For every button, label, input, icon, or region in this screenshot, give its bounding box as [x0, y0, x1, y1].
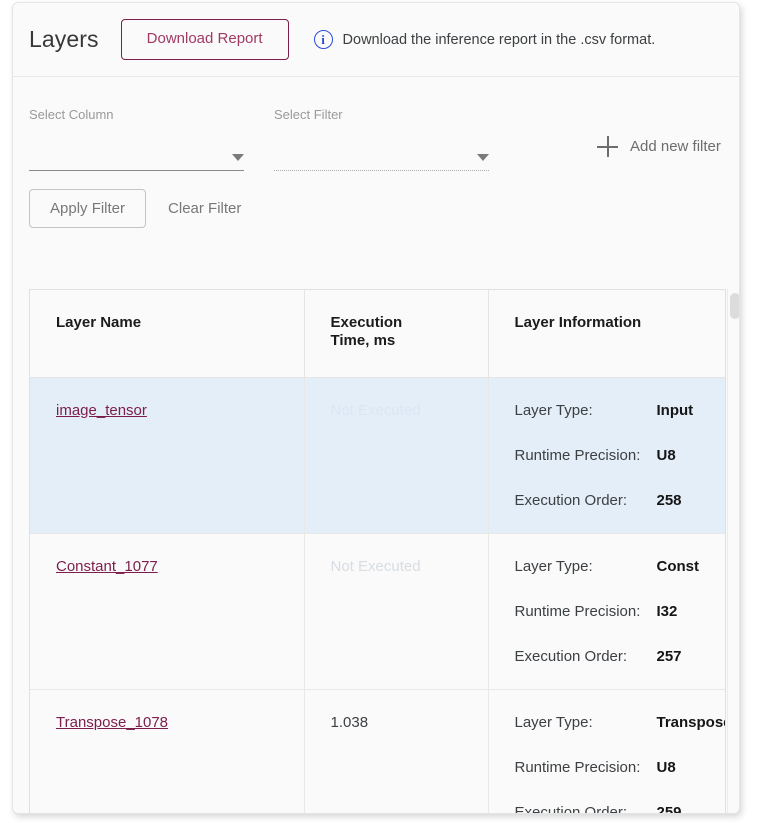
page-title: Layers [29, 26, 99, 52]
cell-execution-time: Not Executed [304, 377, 489, 534]
info-key-layer-type: Layer Type: [514, 557, 593, 575]
info-value-execution-order: 259 [656, 803, 682, 814]
table-row[interactable]: image_tensor Not Executed Layer Type: In… [30, 377, 725, 534]
info-key-runtime-precision: Runtime Precision: [514, 446, 641, 464]
cell-layer-information: Layer Type: Const Runtime Precision: I32… [488, 533, 725, 690]
select-column-group: Select Column [29, 107, 244, 171]
cell-layer-information: Layer Type: Transpose Runtime Precision:… [488, 689, 726, 814]
info-value-execution-order: 257 [656, 647, 682, 665]
layers-table-scroll: Layer Name Execution Time, ms Layer Infor… [29, 289, 726, 814]
chevron-down-icon [232, 154, 244, 161]
info-value-runtime-precision: U8 [656, 758, 676, 776]
info-hint-text: Download the inference report in the .cs… [342, 31, 656, 48]
filter-panel: Select Column Select Filter Add new filt… [13, 77, 739, 277]
column-header-execution-time-line2: Time, ms [330, 332, 396, 350]
info-key-layer-type: Layer Type: [514, 401, 593, 419]
select-column-dropdown[interactable] [29, 141, 244, 171]
execution-time-value: 1.038 [330, 713, 369, 731]
info-line-runtime-precision: Runtime Precision: I32 [515, 603, 710, 620]
table-row[interactable]: Constant_1077 Not Executed Layer Type: C… [30, 533, 725, 690]
download-report-button[interactable]: Download Report [120, 19, 289, 60]
layers-table: Layer Name Execution Time, ms Layer Infor… [30, 290, 726, 814]
info-line-layer-type: Layer Type: Transpose [514, 713, 726, 731]
table-header-row: Layer Name Execution Time, ms Layer Infor… [30, 290, 725, 378]
apply-filter-button[interactable]: Apply Filter [29, 189, 147, 228]
select-filter-group: Select Filter [274, 107, 489, 171]
add-new-filter-button[interactable]: Add new filter [597, 136, 721, 157]
info-key-execution-order: Execution Order: [514, 647, 628, 665]
layer-name-link[interactable]: Constant_1077 [56, 558, 158, 575]
add-new-filter-label: Add new filter [630, 138, 721, 155]
select-filter-label: Select Filter [274, 107, 343, 122]
info-key-runtime-precision: Runtime Precision: [514, 602, 641, 620]
cell-layer-name: Transpose_1078 [30, 689, 305, 813]
column-header-execution-time-line1: Execution [330, 314, 403, 331]
info-line-execution-order: Execution Order: 258 [515, 492, 710, 509]
info-key-runtime-precision: Runtime Precision: [514, 758, 641, 776]
chevron-down-icon [477, 154, 489, 161]
cell-execution-time: Not Executed [304, 533, 489, 690]
select-filter-dropdown[interactable] [274, 141, 489, 171]
info-line-execution-order: Execution Order: 259 [514, 803, 710, 814]
execution-time-value: Not Executed [330, 401, 421, 419]
table-scrollbar-thumb[interactable] [730, 293, 739, 319]
info-line-layer-type: Layer Type: Input [515, 402, 710, 419]
info-key-layer-type: Layer Type: [514, 713, 593, 731]
plus-icon [597, 136, 618, 157]
info-value-execution-order: 258 [656, 491, 682, 509]
info-line-runtime-precision: Runtime Precision: U8 [515, 447, 710, 464]
cell-layer-information: Layer Type: Input Runtime Precision: U8 … [488, 377, 725, 534]
filter-actions-row: Apply Filter Clear Filter [29, 189, 723, 228]
info-line-layer-type: Layer Type: Const [515, 558, 710, 575]
layers-table-wrapper: Layer Name Execution Time, ms Layer Infor… [29, 289, 739, 814]
layer-name-link[interactable]: Transpose_1078 [56, 714, 168, 731]
layer-name-link[interactable]: image_tensor [56, 402, 147, 419]
panel-header: Layers Download Report i Download the in… [13, 3, 739, 77]
info-key-execution-order: Execution Order: [514, 803, 628, 814]
table-row[interactable]: Transpose_1078 1.038 Layer Type: Transpo… [30, 689, 726, 814]
info-value-layer-type: Const [656, 557, 700, 575]
info-hint: i Download the inference report in the .… [313, 30, 656, 49]
table-vertical-scrollbar[interactable] [727, 289, 739, 813]
cell-layer-name: image_tensor [30, 377, 305, 534]
info-line-execution-order: Execution Order: 257 [515, 648, 710, 665]
info-circle-icon: i [313, 30, 333, 49]
execution-time-value: Not Executed [330, 557, 421, 575]
info-value-layer-type: Transpose [656, 713, 726, 731]
info-value-runtime-precision: I32 [656, 602, 678, 620]
cell-layer-name: Constant_1077 [30, 533, 305, 690]
info-value-layer-type: Input [656, 401, 694, 419]
column-header-execution-time[interactable]: Execution Time, ms [304, 290, 489, 378]
column-header-layer-information[interactable]: Layer Information [488, 290, 725, 378]
select-column-label: Select Column [29, 107, 114, 122]
column-header-layer-name[interactable]: Layer Name [30, 290, 305, 378]
layers-panel-card: Layers Download Report i Download the in… [12, 2, 740, 814]
clear-filter-button[interactable]: Clear Filter [154, 190, 255, 227]
cell-execution-time: 1.038 [304, 689, 489, 813]
filter-controls-row: Select Column Select Filter Add new filt… [29, 105, 723, 171]
info-key-execution-order: Execution Order: [514, 491, 628, 509]
info-line-runtime-precision: Runtime Precision: U8 [515, 759, 710, 776]
info-value-runtime-precision: U8 [656, 446, 676, 464]
